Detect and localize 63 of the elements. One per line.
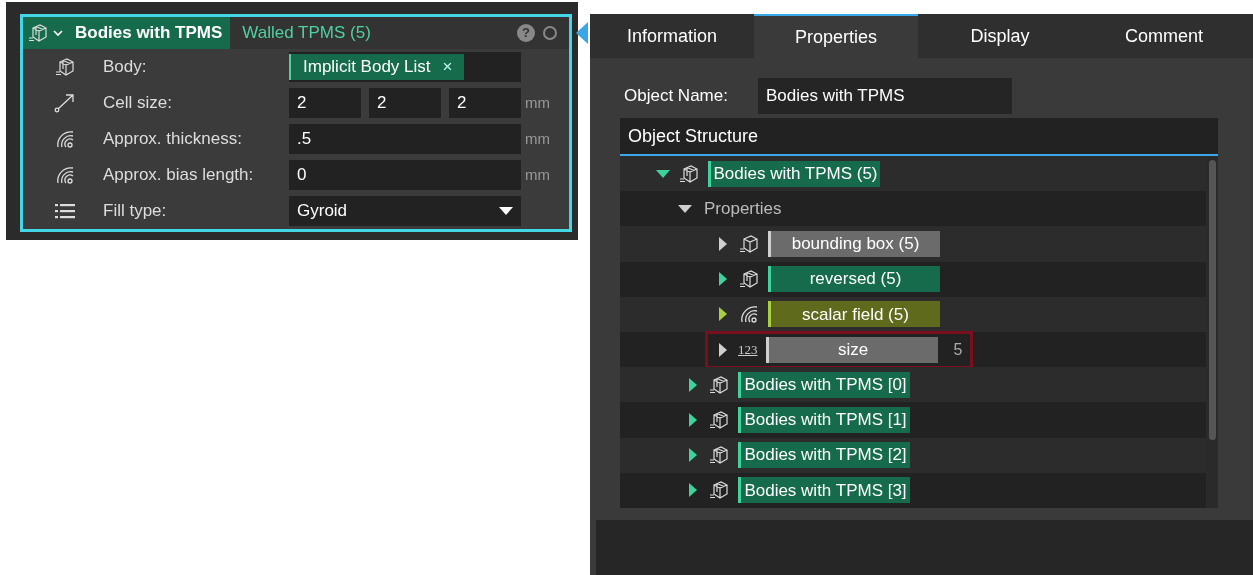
tree-item-chip[interactable]: Bodies with TPMS [2] <box>738 442 910 469</box>
scrollbar-thumb[interactable] <box>1208 160 1216 440</box>
tree-item-chip[interactable]: scalar field (5) <box>768 301 940 328</box>
unit-label: mm <box>525 92 550 113</box>
panel-tab[interactable]: Information <box>590 14 754 58</box>
node-subtitle: Walled TPMS (5) <box>242 22 371 45</box>
field-label: Approx. bias length: <box>103 164 255 187</box>
tree-item-chip[interactable]: size <box>765 336 938 363</box>
waves-icon <box>738 304 760 325</box>
collapse-panel-icon[interactable] <box>576 22 588 44</box>
tree-item[interactable]: Bodies with TPMS (5) <box>648 157 888 190</box>
fill-type-dropdown[interactable]: Gyroid <box>289 196 521 226</box>
tree-group-label[interactable]: Properties <box>704 196 782 222</box>
list-icon <box>54 201 76 221</box>
node-title: Bodies with TPMS <box>75 22 223 45</box>
tree-item-chip[interactable]: bounding box (5) <box>768 231 940 257</box>
structure-header: Object Structure <box>620 118 1218 156</box>
tree-item-chip[interactable]: reversed (5) <box>768 266 940 293</box>
cube-icon <box>54 57 76 77</box>
help-button[interactable]: ? <box>517 24 535 42</box>
unit-label: mm <box>525 164 550 185</box>
object-name-field[interactable]: Bodies with TPMS <box>757 78 1012 114</box>
tree-item-chip[interactable]: Bodies with TPMS [0] <box>738 371 910 398</box>
tree-item[interactable]: scalar field (5) <box>708 298 948 331</box>
panel-tab[interactable]: Comment <box>1082 14 1246 58</box>
number-field[interactable]: 2 <box>449 88 521 118</box>
cube-icon <box>678 163 700 184</box>
box-icon <box>738 234 760 254</box>
tree-item[interactable]: bounding box (5) <box>708 228 948 260</box>
cube-icon <box>708 410 730 430</box>
panel-tab[interactable]: Properties <box>754 14 918 58</box>
waves-icon <box>54 129 76 149</box>
tree-item-chip[interactable]: Bodies with TPMS [3] <box>738 477 910 504</box>
number-field[interactable]: 2 <box>289 88 361 118</box>
object-name-label: Object Name: <box>624 85 728 108</box>
field-label: Cell size: <box>103 92 173 115</box>
waves-icon <box>54 165 76 185</box>
cube-icon <box>708 445 730 466</box>
number-field[interactable]: 2 <box>369 88 441 118</box>
cube-icon <box>708 480 730 501</box>
caret-icon <box>499 207 513 215</box>
tree-item[interactable]: Bodies with TPMS [2] <box>678 439 918 472</box>
node-title-tab[interactable]: Bodies with TPMS <box>23 17 231 49</box>
cube-icon <box>738 269 760 290</box>
item-count: 5 <box>953 339 963 360</box>
field-label: Fill type: <box>103 200 168 223</box>
cube-icon <box>27 23 49 43</box>
unit-label: mm <box>525 128 550 149</box>
tree-item-chip[interactable]: Bodies with TPMS (5) <box>708 160 880 187</box>
tree-item[interactable]: Bodies with TPMS [0] <box>678 368 918 401</box>
number-icon: 123 <box>738 343 758 357</box>
tree-item-chip[interactable]: Bodies with TPMS [1] <box>738 407 910 433</box>
remove-button[interactable]: × <box>442 54 453 80</box>
body-chip[interactable]: Implicit Body List × <box>289 54 465 80</box>
field-label: Approx. thickness: <box>103 128 243 151</box>
cube-icon <box>708 374 730 395</box>
number-field[interactable]: 0 <box>289 160 521 190</box>
body-field[interactable]: Implicit Body List × <box>289 52 521 82</box>
field-label: Body: <box>103 56 148 79</box>
panel-tab[interactable]: Display <box>918 14 1082 58</box>
diagonal-arrow-icon <box>54 93 76 113</box>
number-field[interactable]: .5 <box>289 124 521 154</box>
chevron-down-icon <box>53 29 63 37</box>
